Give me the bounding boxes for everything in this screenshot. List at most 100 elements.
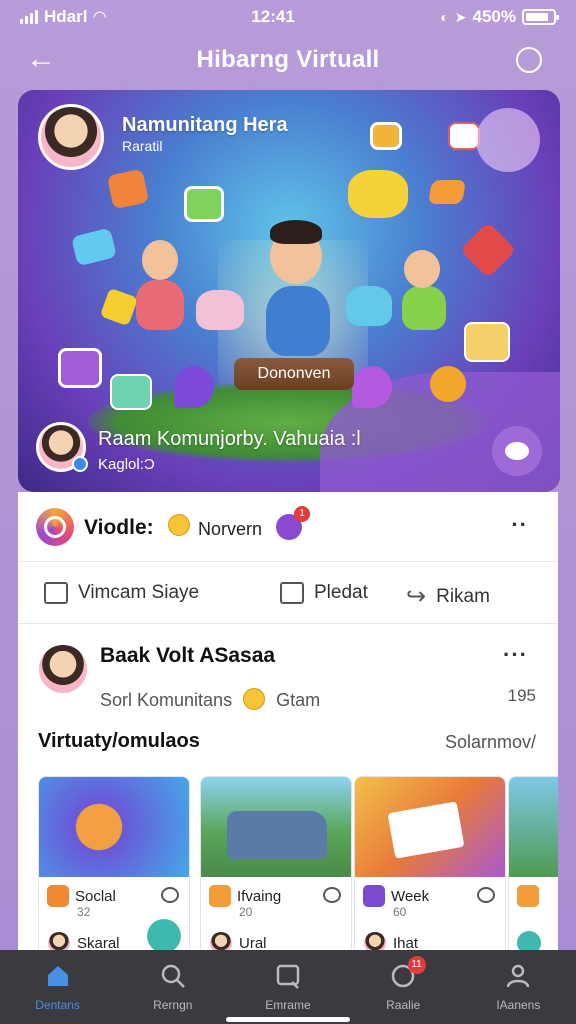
smile-emoji-icon [168,514,190,536]
tile-title-row: Ifvaing [209,885,281,907]
section-title: Virtuaty/omulaos [38,730,200,752]
nav-profile-label: IAanens [496,998,541,1012]
battery-icon [521,9,559,25]
back-arrow-icon[interactable]: ← [26,44,60,78]
left-girl-character [136,280,184,330]
tile-app-icon [209,885,231,907]
tile-extra: Ihat [393,934,419,952]
status-left: Hdarl ◠ [20,7,106,27]
hero-footer-title: Raam Komunjorby. Vahuaia :l [98,428,361,450]
profile-icon [507,964,530,988]
tile-app-icon [517,885,539,907]
tile-app-icon [47,885,69,907]
status-right: ◐ ➤ 450% [440,7,559,27]
action-share-label: Vimcam Siaye [78,582,200,603]
carrier-label: Hdarl [44,7,88,26]
signal-icon [20,10,38,24]
tile-meta: 32 [77,905,91,919]
coin-prop [430,366,466,402]
dollar-card-prop [464,322,510,362]
tile-image [509,777,558,877]
center-character [266,286,330,356]
nav-profile[interactable]: IAanens [461,950,576,1024]
music-note-prop [427,180,467,204]
action-share[interactable]: Vimcam Siaye [44,582,199,604]
feed-card: Viodle: Norvern 1 ·· Vimcam Siaye Pledat… [18,492,558,962]
bubble-prop [476,108,540,172]
share-arrow-icon: ↪ [406,583,427,610]
tile-title-row: Soclal [47,885,116,907]
nav-create[interactable]: Emrame [230,950,345,1024]
nav-activity-badge: 11 [407,956,426,974]
tile-ifvaing[interactable]: Ifvaing 20 Ural [200,776,352,962]
nav-search-label: Rerngn [153,998,193,1012]
post-sub-left: Sorl Komunitans [100,690,233,710]
options-circle-button[interactable] [516,47,542,73]
tile-week[interactable]: Week 60 Ihat [354,776,506,962]
kite-prop [459,221,517,279]
van-shape [227,811,327,859]
post-avatar[interactable] [36,642,90,696]
square-chat-icon [276,964,300,989]
monster-toy-left [196,290,244,330]
hero-footer-subtitle: Kaglol:Ɔ [98,456,155,473]
hanging-sign-prop [370,122,402,150]
right-boy-character [402,286,446,330]
nav-home[interactable]: Dentans [0,950,115,1024]
right-boy-head [404,250,440,288]
section-see-all-link[interactable]: Solarnmov/ [445,732,536,753]
location-icon: ➤ [454,8,467,25]
balloon-prop [174,366,214,408]
feed-title: Viodle: [84,516,154,539]
bottom-nav: Dentans Rerngn Emrame 11 Raalie IAanens [0,950,576,1024]
hero-tag[interactable]: Dononven [234,358,354,390]
monster-toy-right [346,286,392,326]
tile-social[interactable]: Soclal 32 Skaral [38,776,190,962]
app-header: ← Hibarng Virtuall [0,38,576,82]
hero-subtitle: Raratil [122,138,163,154]
tile-search-icon[interactable] [323,887,341,903]
action-comment[interactable]: Pledat [280,582,368,604]
page-title: Hibarng Virtuall [196,46,380,73]
notification-dot: 1 [294,506,310,522]
tile-comment-icon[interactable] [161,887,179,903]
tile-title: Soclal [75,887,116,905]
action-forward[interactable]: ↪ Rikam [406,582,490,611]
hero-title: Namunitang Hera [122,114,288,136]
star-prop [99,287,139,327]
bookmark-icon [44,582,68,604]
post-count: 195 [507,686,536,705]
nav-activity[interactable]: 11 Raalie [346,950,461,1024]
purple-frame-prop [58,348,102,388]
nav-activity-label: Raalie [386,998,421,1012]
left-girl-head [142,240,178,280]
nav-home-label: Dentans [35,998,80,1012]
chat-button[interactable] [492,426,542,476]
tile-image [39,777,189,877]
clock: 12:41 [251,7,295,26]
verified-badge-icon [72,456,88,472]
post-more-dots-icon[interactable]: ··· [503,642,528,668]
tile-partial[interactable] [508,776,558,962]
moon-icon: ◐ [440,9,449,25]
orange-card-prop [106,168,150,210]
search-icon [161,964,185,988]
tile-comment-icon[interactable] [477,887,495,903]
battery-percent: 450% [472,7,516,26]
more-dots-icon[interactable]: ·· [511,512,528,538]
chat-bubble-icon [505,442,529,460]
tile-meta: 20 [239,905,253,919]
tile-title-row: Week [363,885,429,907]
post-title: Baak Volt ASasaa [100,644,276,667]
hero-banner[interactable]: Namunitang Hera Raratil Dononven Raam Ko… [18,90,560,492]
feed-header-row: Viodle: Norvern 1 ·· [18,492,558,562]
post-sub-right: Gtam [276,690,321,710]
wifi-icon: ◠ [93,9,106,26]
tile-title: Week [391,887,430,905]
heart-pin-prop [352,366,392,408]
nav-search[interactable]: Rerngn [115,950,230,1024]
tile-plus-icon[interactable] [147,919,181,953]
comment-icon [280,582,304,604]
community-avatar[interactable] [38,104,104,170]
camera-icon[interactable] [36,508,74,546]
